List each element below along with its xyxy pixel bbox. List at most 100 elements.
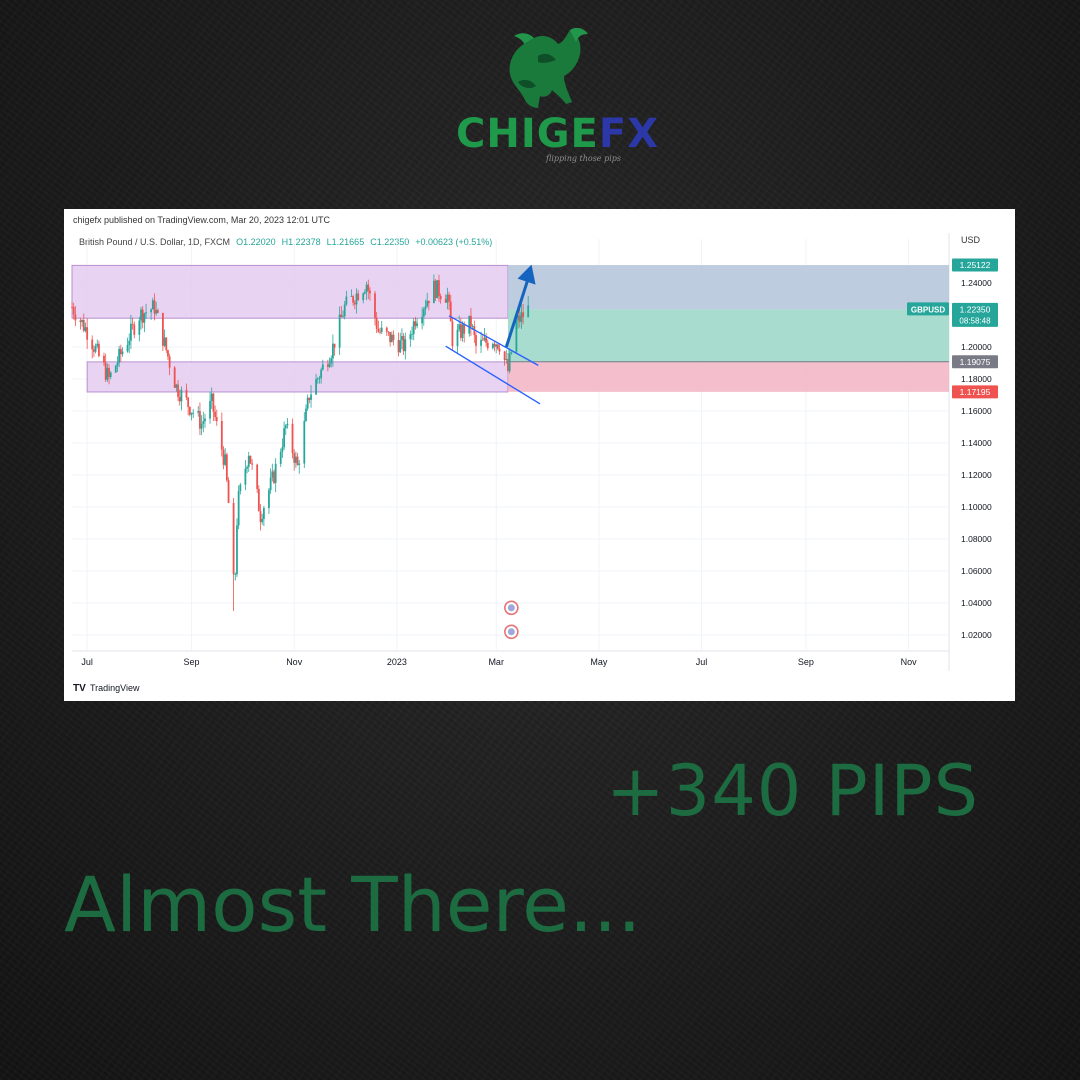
candle-body xyxy=(234,574,237,575)
candle-body xyxy=(71,307,73,308)
candle-body xyxy=(340,314,343,318)
candle-body xyxy=(357,293,360,301)
candle-body xyxy=(281,447,284,452)
candle-body xyxy=(365,284,368,293)
candle-body xyxy=(239,484,242,492)
candle-body xyxy=(471,326,474,327)
candle-body xyxy=(397,340,400,353)
candle-body xyxy=(155,310,158,314)
y-tick-label: 1.14000 xyxy=(961,438,992,448)
candle-body xyxy=(411,334,413,335)
x-tick-label: Nov xyxy=(901,657,918,667)
candle-body xyxy=(222,449,225,465)
candle-body xyxy=(409,334,412,340)
candle-body xyxy=(104,362,107,380)
candle-body xyxy=(143,313,146,323)
flag-icon xyxy=(507,628,515,636)
candle-body xyxy=(456,329,459,347)
candle-body xyxy=(121,351,124,355)
resistance-zone xyxy=(71,264,509,319)
candle-body xyxy=(495,344,498,347)
candle-body xyxy=(380,327,383,333)
candle-body xyxy=(204,418,206,422)
current-price-label: 1.22350 xyxy=(960,304,991,314)
candle-body xyxy=(249,455,252,464)
candle-body xyxy=(446,294,449,303)
candle-body xyxy=(153,300,156,314)
brand-tagline: flipping those pips xyxy=(546,154,621,163)
candle-body xyxy=(458,324,461,330)
candle-body xyxy=(310,394,312,400)
candle-body xyxy=(522,312,525,318)
candle-body xyxy=(188,406,191,415)
candle-body xyxy=(392,334,395,341)
candle-body xyxy=(244,468,247,485)
candle-body xyxy=(199,411,201,429)
y-tick-label: 1.04000 xyxy=(961,598,992,608)
candle-body xyxy=(81,319,83,323)
candle-body xyxy=(510,352,513,354)
candle-body xyxy=(210,393,213,401)
candle-body xyxy=(343,304,346,317)
x-tick-label: Sep xyxy=(184,657,200,667)
candle-body xyxy=(451,321,454,347)
candle-body xyxy=(422,309,425,317)
candle-body xyxy=(167,350,169,357)
candle-body xyxy=(220,420,223,450)
candle-body xyxy=(133,324,136,335)
candle-body xyxy=(151,300,154,310)
candle-body xyxy=(215,417,218,421)
x-tick-label: Jul xyxy=(81,657,93,667)
candle-body xyxy=(141,309,144,323)
candle-body xyxy=(106,367,109,380)
candle-body xyxy=(246,466,248,469)
candle-body xyxy=(259,511,262,523)
candle-body xyxy=(86,327,89,340)
candle-body xyxy=(237,491,240,526)
candle-body xyxy=(481,339,484,341)
candle-body xyxy=(461,324,464,338)
chart-card: chigefx published on TradingView.com, Ma… xyxy=(64,209,1015,701)
candle-body xyxy=(156,310,159,313)
candle-body xyxy=(470,315,472,327)
y-tick-label: 1.06000 xyxy=(961,566,992,576)
candle-body xyxy=(402,336,405,352)
candle-body xyxy=(128,340,131,345)
ohlc-close: C1.22350 xyxy=(370,237,409,247)
entry-price-label: 1.19075 xyxy=(960,357,991,367)
candle-body xyxy=(185,389,188,398)
candle-body xyxy=(274,463,277,483)
candle-body xyxy=(448,294,450,302)
candle-body xyxy=(459,324,462,338)
candle-body xyxy=(389,332,392,343)
candle-body xyxy=(426,300,429,307)
candle-body xyxy=(527,305,530,318)
ohlc-high: H1.22378 xyxy=(282,237,321,247)
y-tick-label: 1.10000 xyxy=(961,502,992,512)
pips-result: +340 PIPS xyxy=(606,750,980,832)
candle-body xyxy=(520,312,523,322)
candle-body xyxy=(414,321,417,327)
candle-body xyxy=(140,309,142,321)
candle-body xyxy=(412,321,415,335)
candle-body xyxy=(271,471,274,478)
candle-body xyxy=(175,384,178,388)
candle-body xyxy=(116,362,119,366)
x-tick-label: Sep xyxy=(798,657,814,667)
candle-body xyxy=(493,343,496,347)
candle-body xyxy=(180,389,183,402)
tradingview-logo-icon: TV xyxy=(73,683,86,694)
candle-body xyxy=(491,343,494,349)
candle-body xyxy=(350,296,353,297)
candle-body xyxy=(79,320,82,323)
candle-body xyxy=(109,372,112,378)
candle-body xyxy=(404,339,407,352)
candle-body xyxy=(424,306,427,310)
candle-body xyxy=(293,453,296,463)
support-zone xyxy=(86,361,509,393)
candle-body xyxy=(200,423,203,429)
candle-body xyxy=(444,299,447,303)
target-price-label: 1.25122 xyxy=(960,260,991,270)
candle-body xyxy=(251,463,254,465)
candle-body xyxy=(202,421,205,424)
